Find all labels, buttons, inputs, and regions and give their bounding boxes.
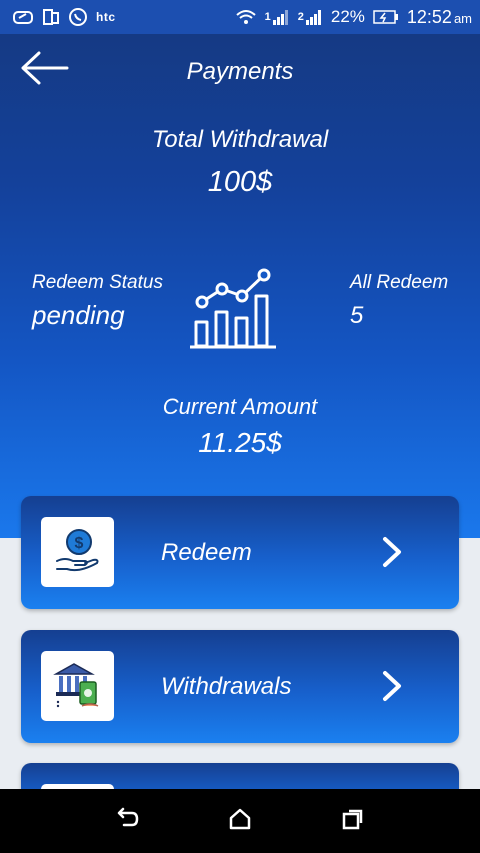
svg-text:$: $ [74,535,83,552]
withdrawals-thumb [41,651,114,721]
all-redeem-label: All Redeem [350,272,449,293]
redeem-card[interactable]: $ Redeem [21,496,459,609]
withdrawals-card-label: Withdrawals [161,672,292,700]
chevron-right-icon [377,668,407,704]
cloud-sync-icon [12,9,34,25]
system-nav-bar [0,789,480,853]
battery-charging-icon [373,10,399,24]
current-amount-value: 11.25$ [198,427,282,458]
nav-recents-button[interactable] [333,801,373,841]
all-redeem-value: 5 [350,302,364,329]
whatsapp-icon [68,7,88,27]
status-right-group: 1 2 22% 12:52 am [235,7,472,28]
status-bar: htc 1 2 22% 12:52 am [0,0,480,34]
signal-sim1-icon: 1 [265,9,290,25]
clock-time: 12:52 [406,6,452,27]
recents-icon [341,807,365,836]
total-withdrawal-value: 100$ [207,166,273,198]
wifi-icon [235,8,257,26]
growth-chart-icon [186,265,282,355]
nav-back-button[interactable] [107,801,147,841]
battery-percent: 22% [330,7,365,26]
total-withdrawal-label: Total Withdrawal [151,126,329,153]
page-title: Payments [186,58,294,85]
dollar-hand-icon: $ [53,525,103,580]
status-left-group: htc [12,7,116,27]
chevron-right-icon [377,534,407,570]
redeem-status-label: Redeem Status [32,272,163,293]
redeem-thumb: $ [41,517,114,587]
signal-sim2-icon: 2 [298,9,323,25]
phone-copy-icon [42,8,60,26]
sim1-label: 1 [264,11,271,23]
nav-home-button[interactable] [220,801,260,841]
clock-ampm: am [453,10,472,26]
carrier-label: htc [96,10,116,24]
home-icon [228,807,252,836]
bank-withdrawal-icon [52,658,104,715]
withdrawals-card[interactable]: Withdrawals [21,630,459,743]
current-amount-label: Current Amount [162,394,318,419]
redeem-status-value: pending [32,300,125,330]
redeem-card-label: Redeem [161,538,252,566]
back-arrow-icon [114,807,140,836]
sim2-label: 2 [297,11,304,23]
